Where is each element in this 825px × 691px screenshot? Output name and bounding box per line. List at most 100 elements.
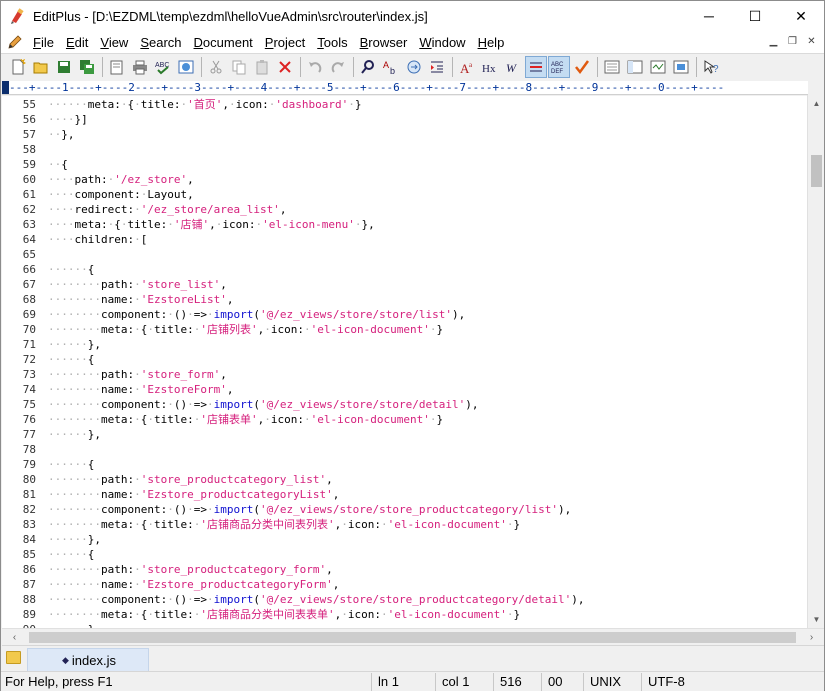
maximize-button[interactable]: ☐ (732, 1, 778, 31)
print-preview-button[interactable] (106, 56, 128, 78)
code-line[interactable]: 81········name:·'Ezstore_productcategory… (2, 487, 808, 502)
code-line[interactable]: 82········component:·()·=>·import('@/ez_… (2, 502, 808, 517)
menu-help[interactable]: Help (472, 35, 511, 50)
code-line[interactable]: 57··}, (2, 127, 808, 142)
code-line[interactable]: 58 (2, 142, 808, 157)
code-line[interactable]: 63····meta:·{·title:·'店铺',·icon:·'el-ico… (2, 217, 808, 232)
toolbar-separator (201, 57, 202, 77)
undo-button[interactable] (304, 56, 326, 78)
code-line[interactable]: 65 (2, 247, 808, 262)
code-line[interactable]: 73········path:·'store_form', (2, 367, 808, 382)
scroll-up-icon[interactable]: ▲ (808, 95, 825, 112)
mdi-restore-button[interactable]: ❐ (784, 34, 801, 49)
code-line[interactable]: 74········name:·'EzstoreForm', (2, 382, 808, 397)
vertical-scroll-thumb[interactable] (811, 155, 822, 187)
find-button[interactable] (357, 56, 379, 78)
open-button[interactable] (30, 56, 52, 78)
code-line[interactable]: 66······{ (2, 262, 808, 277)
new-file-button[interactable] (7, 56, 29, 78)
italic-word-button[interactable]: W (502, 56, 524, 78)
replace-button[interactable]: Ab (380, 56, 402, 78)
code-line[interactable]: 69········component:·()·=>·import('@/ez_… (2, 307, 808, 322)
code-line[interactable]: 68········name:·'EzstoreList', (2, 292, 808, 307)
menu-search[interactable]: Search (134, 35, 187, 50)
code-line[interactable]: 64····children:·[ (2, 232, 808, 247)
fullscreen-button[interactable] (670, 56, 692, 78)
paste-button[interactable] (251, 56, 273, 78)
mdi-close-button[interactable]: ✕ (803, 34, 820, 49)
code-line[interactable]: 75········component:·()·=>·import('@/ez_… (2, 397, 808, 412)
line-number: 70 (2, 322, 36, 337)
code-line[interactable]: 59··{ (2, 157, 808, 172)
ruler-toggle-button[interactable]: ABCDEF (548, 56, 570, 78)
code-line[interactable]: 60····path:·'/ez_store', (2, 172, 808, 187)
copy-button[interactable] (228, 56, 250, 78)
code-line[interactable]: 71······}, (2, 337, 808, 352)
delete-button[interactable] (274, 56, 296, 78)
code-line[interactable]: 86········path:·'store_productcategory_f… (2, 562, 808, 577)
menu-tools[interactable]: Tools (311, 35, 353, 50)
goto-button[interactable] (403, 56, 425, 78)
menu-view-label: iew (109, 35, 129, 50)
cliptext-button[interactable] (624, 56, 646, 78)
horizontal-scroll-thumb[interactable] (29, 632, 796, 643)
code-line[interactable]: 83········meta:·{·title:·'店铺商品分类中间表列表',·… (2, 517, 808, 532)
vertical-scrollbar[interactable]: ▲ ▼ (807, 95, 824, 628)
code-line[interactable]: 87········name:·'Ezstore_productcategory… (2, 577, 808, 592)
browser-button[interactable] (175, 56, 197, 78)
menu-window[interactable]: Window (413, 35, 471, 50)
line-code: ········meta:·{·title:·'店铺列表',·icon:·'el… (48, 322, 443, 337)
code-line[interactable]: 62····redirect:·'/ez_store/area_list', (2, 202, 808, 217)
scroll-down-icon[interactable]: ▼ (808, 611, 825, 628)
document-pen-icon[interactable] (7, 34, 23, 50)
menu-project[interactable]: Project (259, 35, 311, 50)
help-button[interactable]: ? (700, 56, 722, 78)
code-line[interactable]: 56····}] (2, 112, 808, 127)
heading-button[interactable]: Hx (479, 56, 501, 78)
menu-document[interactable]: Document (188, 35, 259, 50)
code-line[interactable]: 72······{ (2, 352, 808, 367)
code-line[interactable]: 61····component:·Layout, (2, 187, 808, 202)
folder-icon[interactable] (6, 651, 21, 664)
code-line[interactable]: 80········path:·'store_productcategory_l… (2, 472, 808, 487)
code-editor[interactable]: 55······meta:·{·title:·'首页',·icon:·'dash… (2, 96, 808, 628)
code-line[interactable]: 85······{ (2, 547, 808, 562)
code-line[interactable]: 88········component:·()·=>·import('@/ez_… (2, 592, 808, 607)
save-button[interactable] (53, 56, 75, 78)
code-line[interactable]: 70 ········meta:·{·title:·'店铺列表',·icon:·'… (2, 322, 808, 337)
font-button[interactable]: Aa (456, 56, 478, 78)
menu-browser[interactable]: Browser (354, 35, 414, 50)
code-line[interactable]: 89········meta:·{·title:·'店铺商品分类中间表表单',·… (2, 607, 808, 622)
spell-check-button[interactable]: ABC (152, 56, 174, 78)
spell-check-toggle-button[interactable] (571, 56, 593, 78)
scroll-right-icon[interactable]: › (803, 629, 820, 646)
line-code: ····path:·'/ez_store', (48, 172, 194, 187)
print-button[interactable] (129, 56, 151, 78)
mdi-minimize-button[interactable]: ▁ (765, 34, 782, 49)
code-line[interactable]: 79······{ (2, 457, 808, 472)
code-line[interactable]: 77······}, (2, 427, 808, 442)
title-bar[interactable]: EditPlus - [D:\EZDML\temp\ezdml\helloVue… (1, 1, 824, 31)
code-line[interactable]: 78 (2, 442, 808, 457)
save-all-button[interactable] (76, 56, 98, 78)
code-line[interactable]: 76········meta:·{·title:·'店铺表单',·icon:·'… (2, 412, 808, 427)
line-code: ··{ (48, 157, 68, 172)
redo-button[interactable] (327, 56, 349, 78)
minimize-button[interactable]: ─ (686, 1, 732, 31)
menu-file[interactable]: File (27, 35, 60, 50)
cut-button[interactable] (205, 56, 227, 78)
menu-view[interactable]: View (94, 35, 134, 50)
indent-button[interactable] (426, 56, 448, 78)
directory-button[interactable] (647, 56, 669, 78)
scroll-left-icon[interactable]: ‹ (6, 629, 23, 646)
tab-index-js[interactable]: ◆ index.js (27, 648, 149, 671)
output-window-button[interactable] (601, 56, 623, 78)
code-line[interactable]: 55······meta:·{·title:·'首页',·icon:·'dash… (2, 97, 808, 112)
close-button[interactable]: ✕ (778, 1, 824, 31)
menu-file-key: F (33, 35, 41, 50)
code-line[interactable]: 67········path:·'store_list', (2, 277, 808, 292)
code-line[interactable]: 84······}, (2, 532, 808, 547)
horizontal-scrollbar[interactable]: ‹ › (2, 628, 824, 645)
menu-edit[interactable]: Edit (60, 35, 94, 50)
column-marker-button[interactable] (525, 56, 547, 78)
